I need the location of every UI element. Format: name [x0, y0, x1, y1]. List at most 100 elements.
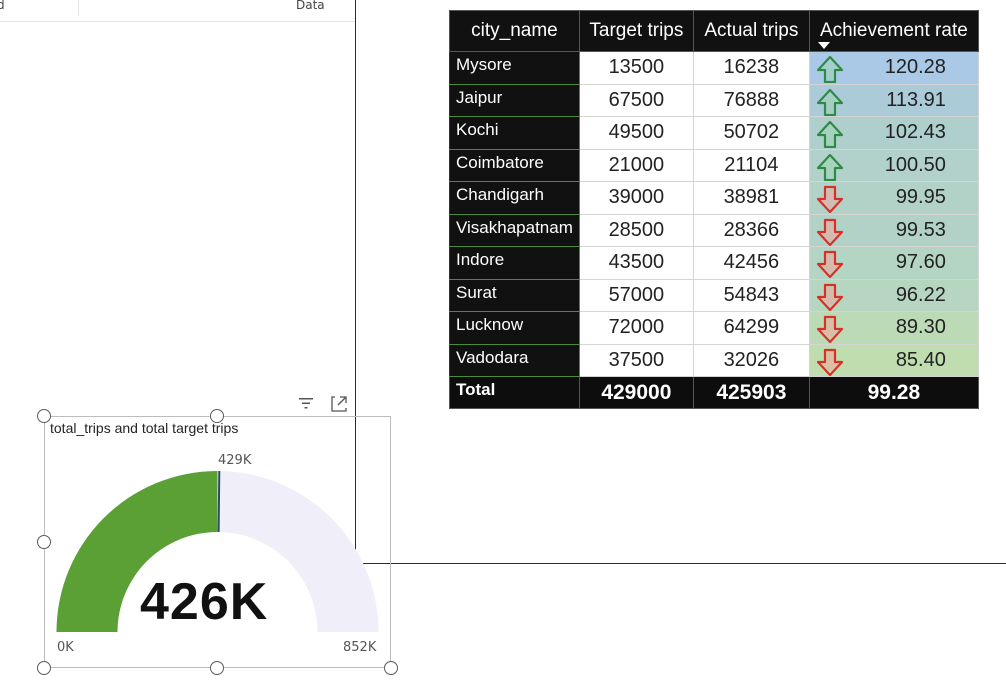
cell-actual-trips: 64299 [692, 311, 810, 345]
table-row[interactable]: Mysore 13500 16238 120.28 [449, 51, 979, 85]
table-row[interactable]: Surat 57000 54843 96.22 [449, 278, 979, 312]
cell-city-name[interactable]: Kochi [449, 116, 580, 150]
matrix-header-row: city_name Target trips Actual trips Achi… [449, 10, 979, 52]
fragment-divider [78, 0, 79, 16]
cell-target-trips: 49500 [578, 116, 694, 150]
table-row[interactable]: Jaipur 67500 76888 113.91 [449, 83, 979, 117]
cell-target-trips: 39000 [578, 181, 694, 215]
cell-achievement-rate: 120.28 [808, 51, 979, 85]
trend-down-arrow-icon [816, 185, 843, 213]
cell-total-target: 429000 [578, 376, 694, 409]
table-total-row: Total 429000 425903 99.28 [449, 376, 979, 409]
cell-city-name[interactable]: Jaipur [449, 83, 580, 117]
top-left-visual-fragment: d Data [0, 0, 356, 22]
matrix-body: Mysore 13500 16238 120.28 Jaipur 67500 76888 11… [449, 51, 979, 409]
cell-achievement-rate: 99.53 [808, 213, 979, 247]
cell-target-trips: 37500 [578, 343, 694, 377]
achievement-rate-value: 120.28 [884, 56, 946, 79]
cell-total-rate: 99.28 [808, 376, 979, 409]
resize-handle-top-left[interactable] [37, 409, 51, 423]
cell-target-trips: 13500 [578, 51, 694, 85]
cell-city-name[interactable]: Indore [449, 246, 580, 280]
trend-up-arrow-icon [816, 120, 843, 148]
cell-achievement-rate: 102.43 [808, 116, 979, 150]
cell-city-name[interactable]: Vadodara [449, 343, 580, 377]
cell-total-actual: 425903 [692, 376, 810, 409]
resize-handle-bottom-right[interactable] [384, 661, 398, 675]
fragment-text-left: d [0, 0, 5, 12]
cell-target-trips: 21000 [578, 148, 694, 182]
cell-target-trips: 57000 [578, 278, 694, 312]
achievement-rate-value: 89.30 [895, 316, 946, 339]
gauge-target-label: 429K [218, 453, 252, 468]
trend-down-arrow-icon [816, 348, 843, 376]
cell-actual-trips: 42456 [692, 246, 810, 280]
gauge-min-label: 0K [57, 640, 74, 655]
cell-city-name[interactable]: Chandigarh [449, 181, 580, 215]
header-actual-trips[interactable]: Actual trips [692, 10, 810, 52]
cell-target-trips: 43500 [578, 246, 694, 280]
cell-actual-trips: 28366 [692, 213, 810, 247]
table-row[interactable]: Lucknow 72000 64299 89.30 [449, 311, 979, 345]
resize-handle-bottom-center[interactable] [210, 661, 224, 675]
cell-actual-trips: 32026 [692, 343, 810, 377]
table-row[interactable]: Visakhapatnam 28500 28366 99.53 [449, 213, 979, 247]
header-target-trips[interactable]: Target trips [578, 10, 694, 52]
cell-achievement-rate: 113.91 [808, 83, 979, 117]
cell-achievement-rate: 89.30 [808, 311, 979, 345]
achievement-rate-value: 97.60 [895, 251, 946, 274]
trend-down-arrow-icon [816, 250, 843, 278]
cell-actual-trips: 50702 [692, 116, 810, 150]
achievement-rate-value: 113.91 [886, 88, 946, 111]
achievement-rate-value: 100.50 [884, 153, 946, 176]
sort-descending-icon[interactable] [817, 42, 830, 49]
trend-up-arrow-icon [816, 55, 843, 83]
focus-mode-icon[interactable] [331, 396, 347, 412]
trend-down-arrow-icon [816, 218, 843, 246]
gauge-target-marker [217, 470, 221, 533]
cell-actual-trips: 54843 [692, 278, 810, 312]
cell-achievement-rate: 99.95 [808, 181, 979, 215]
trend-up-arrow-icon [816, 88, 843, 116]
header-achievement-rate[interactable]: Achievement rate [808, 10, 979, 52]
gauge-value-label: 426K [140, 573, 269, 631]
table-row[interactable]: Indore 43500 42456 97.60 [449, 246, 979, 280]
trend-down-arrow-icon [816, 315, 843, 343]
cell-target-trips: 28500 [578, 213, 694, 247]
achievement-matrix-table[interactable]: city_name Target trips Actual trips Achi… [449, 10, 979, 409]
table-row[interactable]: Kochi 49500 50702 102.43 [449, 116, 979, 150]
cell-target-trips: 72000 [578, 311, 694, 345]
cell-actual-trips: 38981 [692, 181, 810, 215]
trend-up-arrow-icon [816, 153, 843, 181]
cell-city-name[interactable]: Mysore [449, 51, 580, 85]
trend-down-arrow-icon [816, 283, 843, 311]
cell-achievement-rate: 97.60 [808, 246, 979, 280]
report-canvas: d Data city_name Target trips Actual tri… [0, 0, 1006, 685]
cell-target-trips: 67500 [578, 83, 694, 117]
filter-icon[interactable] [299, 398, 313, 409]
cell-city-name[interactable]: Surat [449, 278, 580, 312]
achievement-rate-value: 96.22 [895, 283, 946, 306]
gauge-max-label: 852K [343, 640, 377, 655]
table-row[interactable]: Vadodara 37500 32026 85.40 [449, 343, 979, 377]
cell-achievement-rate: 100.50 [808, 148, 979, 182]
achievement-rate-value: 99.53 [895, 218, 946, 241]
achievement-rate-value: 85.40 [895, 348, 946, 371]
table-row[interactable]: Chandigarh 39000 38981 99.95 [449, 181, 979, 215]
cell-city-name[interactable]: Visakhapatnam [449, 213, 580, 247]
cell-actual-trips: 76888 [692, 83, 810, 117]
resize-handle-bottom-left[interactable] [37, 661, 51, 675]
table-row[interactable]: Coimbatore 21000 21104 100.50 [449, 148, 979, 182]
cell-actual-trips: 21104 [692, 148, 810, 182]
cell-actual-trips: 16238 [692, 51, 810, 85]
cell-achievement-rate: 85.40 [808, 343, 979, 377]
visual-header-tools [299, 396, 347, 412]
cell-total-label: Total [449, 376, 580, 409]
cell-city-name[interactable]: Coimbatore [449, 148, 580, 182]
gauge-title: total_trips and total target trips [50, 420, 239, 436]
cell-achievement-rate: 96.22 [808, 278, 979, 312]
cell-city-name[interactable]: Lucknow [449, 311, 580, 345]
header-city-name[interactable]: city_name [449, 10, 580, 52]
achievement-rate-value: 102.43 [884, 121, 946, 144]
achievement-rate-value: 99.95 [895, 186, 946, 209]
